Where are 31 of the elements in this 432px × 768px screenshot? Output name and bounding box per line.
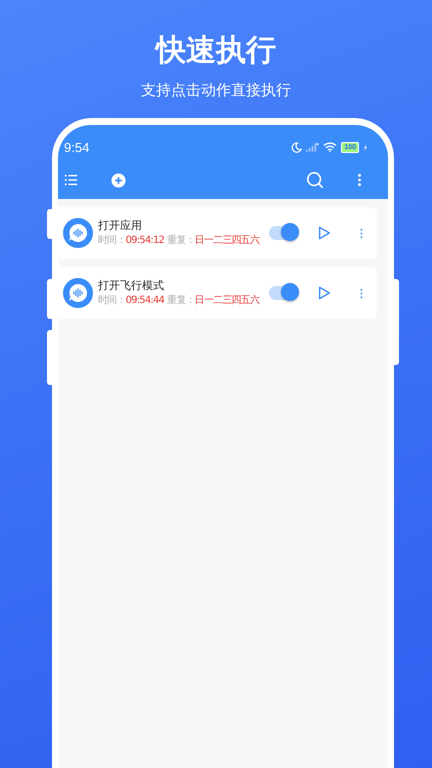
more-icon[interactable] [360,228,363,238]
repeat-label: 重复： [167,235,195,247]
headline: 快速执行 [156,32,276,70]
signal-icon [306,142,320,152]
task-card[interactable]: 打开飞行模式 时间：09:54:44 重复：日一二三四五六 [58,267,377,319]
play-icon[interactable] [317,226,331,240]
toggle-switch[interactable] [269,226,297,240]
moon-icon [291,142,302,152]
time-label: 时间： [98,235,126,247]
wifi-icon [323,142,338,152]
bolt-icon [363,142,368,152]
task-card[interactable]: 打开应用 时间：09:54:12 重复：日一二三四五六 [58,207,377,259]
toggle-switch[interactable] [269,286,297,300]
more-icon[interactable] [357,173,362,187]
repeat-days: 日一二三四五六 [194,235,260,247]
search-icon[interactable] [306,171,324,189]
voice-message-icon [63,218,93,248]
time-value: 09:54:12 [126,235,164,247]
task-title: 打开应用 [98,219,143,233]
repeat-label: 重复： [167,295,195,307]
time-value: 09:54:44 [126,295,164,307]
add-icon[interactable] [111,172,126,188]
play-icon[interactable] [317,286,331,300]
task-title: 打开飞行模式 [98,279,165,293]
time-label: 时间： [98,295,126,307]
voice-message-icon [63,278,93,308]
status-time: 9:54 [64,140,90,154]
subtitle: 支持点击动作直接执行 [141,80,291,100]
repeat-days: 日一二三四五六 [194,295,260,307]
more-icon[interactable] [360,288,363,298]
list-icon[interactable] [64,173,78,187]
